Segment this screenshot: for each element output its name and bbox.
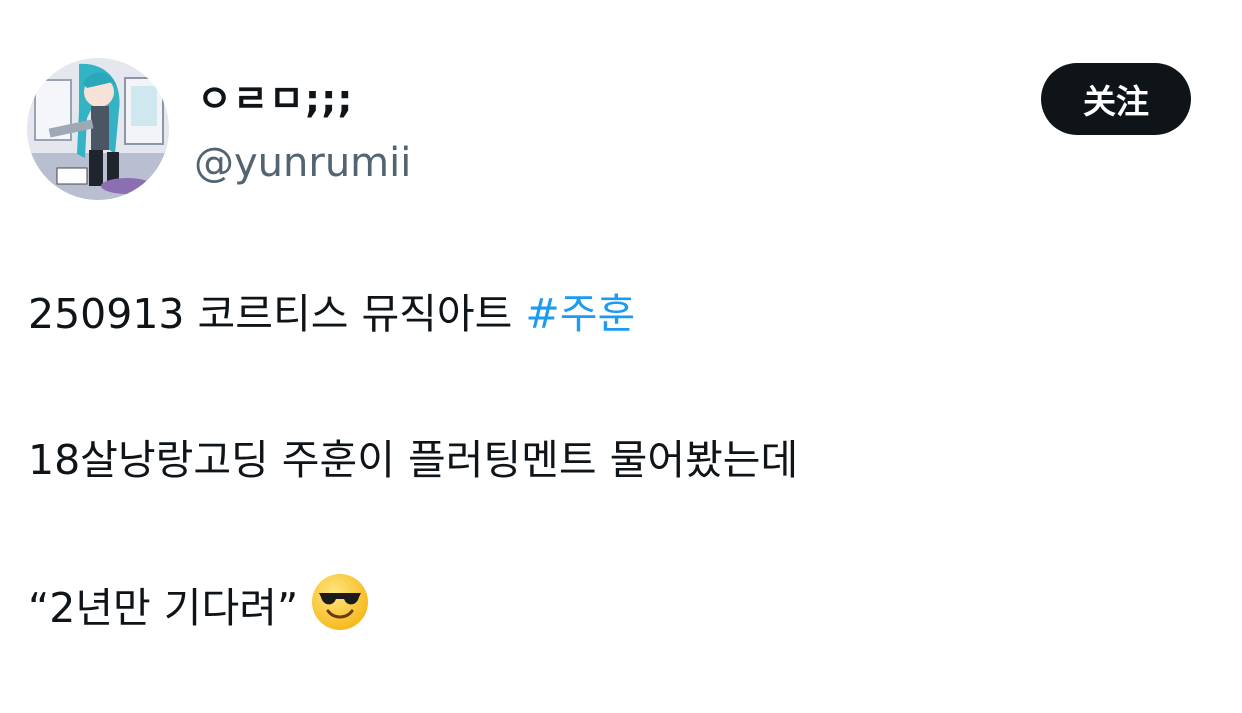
author-handle[interactable]: @yunrumii — [194, 139, 411, 187]
tweet-text-line-3: “2년만 기다려” — [28, 574, 370, 644]
author-display-name[interactable]: ㅇㄹㅁ;;; — [197, 76, 353, 122]
hashtag-link[interactable]: #주훈 — [525, 290, 635, 338]
smiling-face-with-sunglasses-icon — [310, 572, 370, 644]
avatar-image — [27, 58, 169, 200]
tweet-text-line-2: 18살낭랑고딩 주훈이 플러팅멘트 물어봤는데 — [28, 436, 799, 484]
follow-button[interactable]: 关注 — [1041, 63, 1191, 135]
avatar[interactable] — [27, 58, 169, 200]
tweet-text-line-3-quote: “2년만 기다려” — [28, 584, 299, 632]
tweet-text-line-1: 250913 코르티스 뮤직아트 #주훈 — [28, 288, 635, 340]
tweet-text-line-1-prefix: 250913 코르티스 뮤직아트 — [28, 290, 526, 338]
